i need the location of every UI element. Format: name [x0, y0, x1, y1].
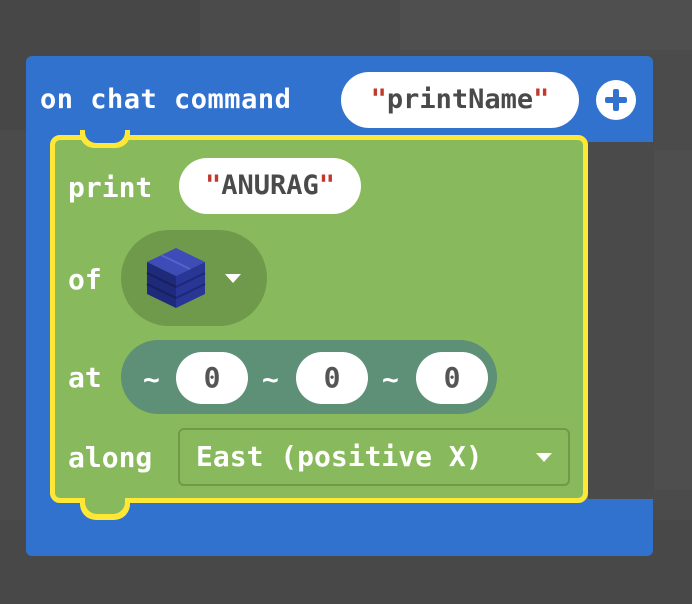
- z-coordinate-input[interactable]: 0: [416, 352, 488, 404]
- add-parameter-button[interactable]: [596, 80, 636, 120]
- hat-right-gap: [588, 142, 654, 499]
- at-label: at: [68, 361, 102, 394]
- along-label: along: [68, 441, 153, 474]
- close-quote: ": [318, 170, 336, 201]
- direction-dropdown[interactable]: East (positive X): [178, 428, 570, 486]
- y-relative-prefix: ~: [262, 363, 279, 396]
- direction-value: East (positive X): [196, 440, 483, 473]
- z-relative-prefix: ~: [382, 363, 399, 396]
- of-label: of: [68, 263, 102, 296]
- print-text-input[interactable]: "ANURAG": [179, 158, 361, 214]
- block-connector-bottom-fill: [85, 497, 125, 514]
- chevron-down-icon: [225, 274, 241, 283]
- block-connector-top-fill: [85, 130, 125, 143]
- close-quote: ": [533, 84, 550, 115]
- x-coordinate-input[interactable]: 0: [176, 352, 248, 404]
- workspace-tile: [400, 0, 692, 50]
- open-quote: ": [370, 84, 387, 115]
- blue-block-icon: [146, 248, 206, 308]
- block-type-dropdown[interactable]: [121, 230, 267, 326]
- open-quote: ": [204, 170, 222, 201]
- x-relative-prefix: ~: [143, 363, 160, 396]
- command-name-value: printName: [386, 84, 534, 115]
- on-chat-command-label: on chat command: [40, 84, 292, 115]
- command-name-input[interactable]: "printName": [341, 72, 579, 128]
- print-label: print: [68, 171, 153, 204]
- y-coordinate-input[interactable]: 0: [296, 352, 368, 404]
- chevron-down-icon: [536, 453, 552, 462]
- print-text-value: ANURAG: [221, 170, 319, 201]
